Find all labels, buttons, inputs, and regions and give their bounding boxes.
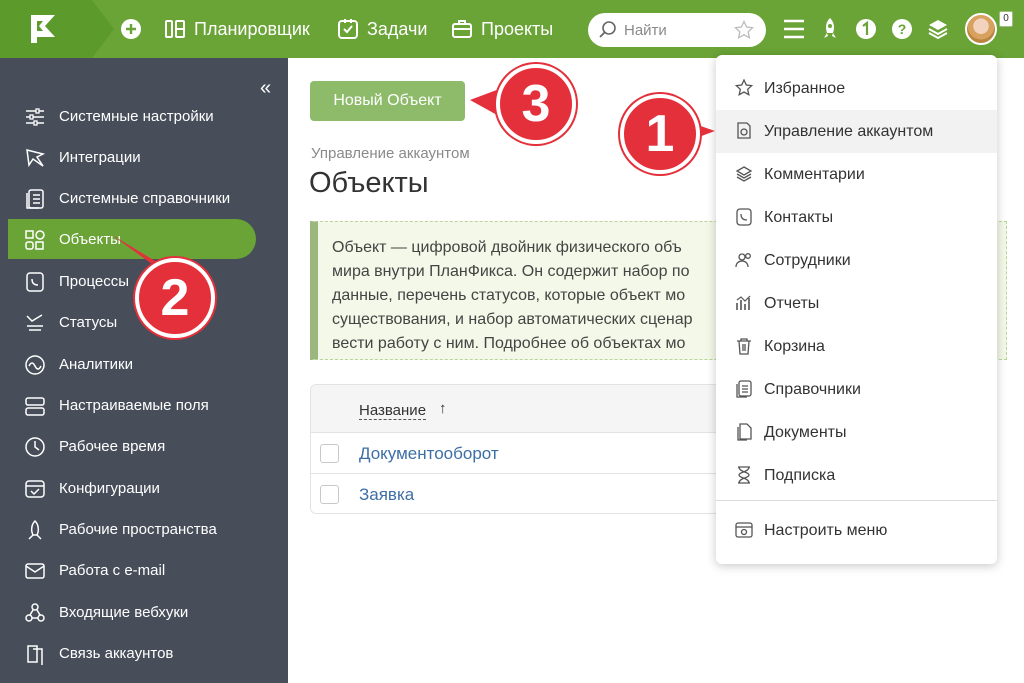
callout-3: 3 [496,64,576,144]
callout-2: 2 [135,258,215,338]
callout-1: 1 [620,94,700,174]
